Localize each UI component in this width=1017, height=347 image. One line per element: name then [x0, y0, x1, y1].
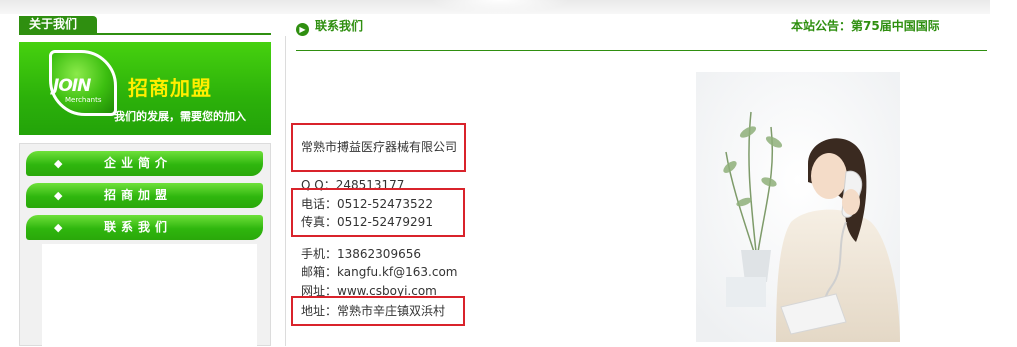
woman-on-phone-illustration [696, 72, 900, 342]
sidebar-item-label: 联系我们 [104, 220, 173, 234]
diamond-bullet-icon: ◆ [54, 221, 63, 234]
join-merchants-banner[interactable]: JOIN Merchants 招商加盟 我们的发展，需要您的加入 [19, 42, 271, 135]
about-us-tab[interactable]: 关于我们 [19, 16, 97, 33]
sidebar-item-company-profile[interactable]: ◆ 企业简介 [26, 151, 263, 176]
header-divider [296, 50, 987, 51]
sidebar-item-join[interactable]: ◆ 招商加盟 [26, 183, 263, 208]
top-band [0, 0, 990, 14]
section-title: 联系我们 [315, 19, 364, 33]
sidebar-item-label: 企业简介 [104, 156, 173, 170]
column-divider [285, 36, 286, 346]
about-tab-underline [19, 33, 271, 35]
diamond-bullet-icon: ◆ [54, 157, 63, 170]
banner-subtitle: 我们的发展，需要您的加入 [114, 110, 246, 123]
highlight-box-phone-fax [291, 188, 465, 237]
sidebar-menu-blank-area [42, 244, 257, 347]
logo-join-text: JOIN [53, 76, 91, 96]
mobile-number: 手机：13862309656 [301, 247, 421, 261]
sidebar-item-contact[interactable]: ◆ 联系我们 [26, 215, 263, 240]
highlight-box-company [291, 123, 466, 172]
email-address[interactable]: 邮箱：kangfu.kf@163.com [301, 264, 457, 280]
customer-service-photo [696, 72, 900, 342]
sidebar-item-label: 招商加盟 [104, 188, 173, 202]
highlight-box-address [291, 296, 465, 326]
diamond-bullet-icon: ◆ [54, 189, 63, 202]
banner-title: 招商加盟 [128, 76, 212, 100]
logo-merchants-text: Merchants [65, 96, 102, 104]
circle-arrow-icon: ▶ [296, 23, 309, 36]
section-header: ▶ 联系我们 [296, 17, 364, 36]
site-notice-marquee[interactable]: 本站公告：第75届中国国际 [791, 17, 939, 35]
